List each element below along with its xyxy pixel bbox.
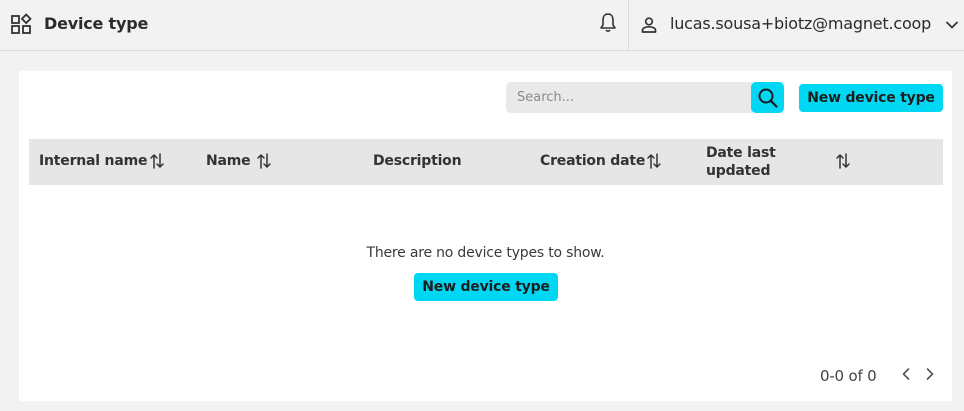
- bell-icon[interactable]: [598, 12, 618, 34]
- column-name[interactable]: Name: [206, 153, 251, 169]
- column-description: Description: [373, 153, 462, 169]
- header-divider: [628, 0, 629, 51]
- empty-state-message: There are no device types to show.: [366, 245, 605, 261]
- user-icon: [641, 17, 657, 33]
- user-menu[interactable]: lucas.sousa+biotz@magnet.coop: [670, 14, 931, 33]
- new-device-type-button[interactable]: New device type: [799, 84, 943, 112]
- sort-icon[interactable]: [646, 152, 662, 170]
- column-creation-date[interactable]: Creation date: [540, 153, 645, 169]
- new-device-type-empty-button[interactable]: New device type: [414, 273, 558, 301]
- apps-icon: [11, 13, 32, 34]
- sort-icon[interactable]: [149, 152, 165, 170]
- sort-icon[interactable]: [835, 152, 851, 170]
- search-input[interactable]: [506, 82, 752, 113]
- page-title: Device type: [44, 14, 149, 33]
- column-internal-name[interactable]: Internal name: [39, 153, 147, 169]
- search-button[interactable]: [751, 82, 784, 113]
- chevron-right-icon[interactable]: [922, 365, 938, 383]
- chevron-left-icon[interactable]: [898, 365, 914, 383]
- sort-icon[interactable]: [256, 152, 272, 170]
- column-date-last-updated[interactable]: Date last updated: [706, 144, 796, 180]
- chevron-down-icon[interactable]: [944, 17, 960, 33]
- top-bar: Device type lucas.sousa+biotz@magnet.coo…: [0, 0, 964, 51]
- search-icon: [758, 88, 778, 108]
- pagination-range: 0-0 of 0: [820, 367, 877, 385]
- device-type-panel: New device type Internal name Name Descr…: [19, 71, 952, 401]
- table-header: Internal name Name Description Creation …: [29, 139, 943, 185]
